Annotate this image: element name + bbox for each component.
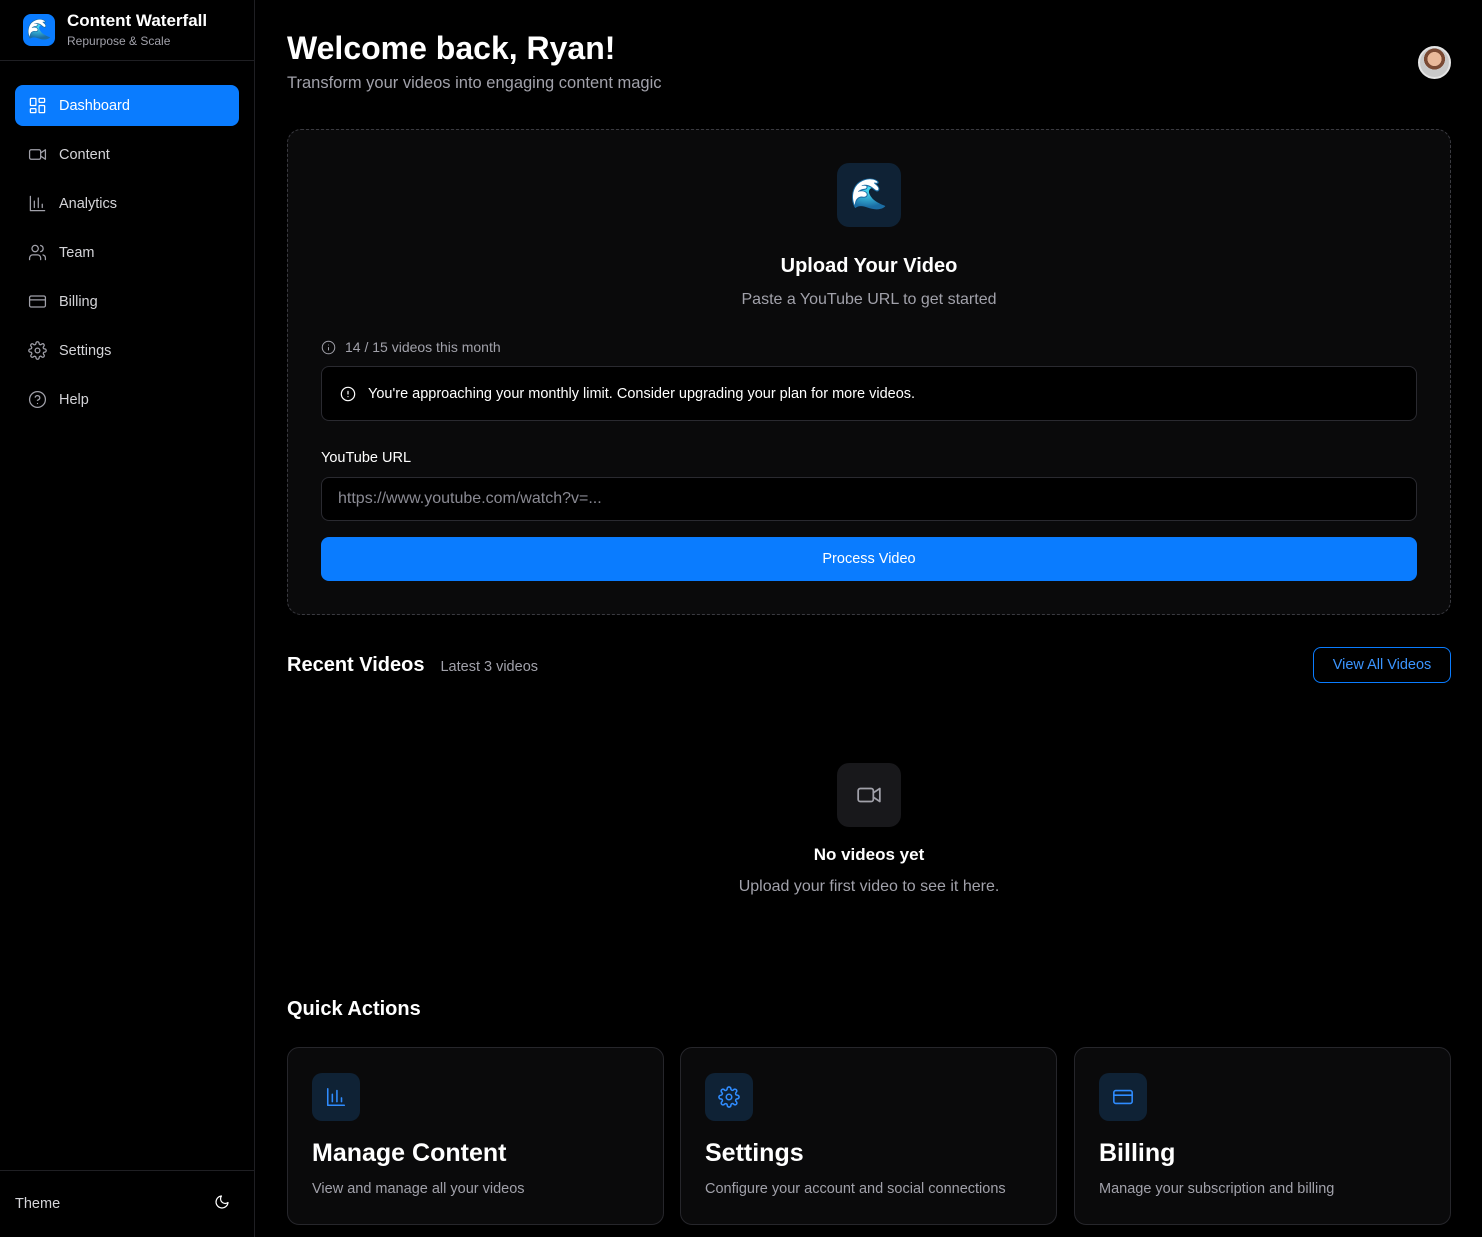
page-title: Welcome back, Ryan! <box>287 30 616 66</box>
sidebar-item-help[interactable]: Help <box>15 379 239 420</box>
sidebar-item-label: Team <box>59 244 95 261</box>
brand[interactable]: 🌊 Content Waterfall Repurpose & Scale <box>0 0 254 61</box>
sidebar-item-label: Help <box>59 391 89 408</box>
quick-action-settings[interactable]: Settings Configure your account and soci… <box>680 1047 1057 1225</box>
usage-quota: 14 / 15 videos this month <box>321 339 501 355</box>
video-icon <box>837 763 901 827</box>
recent-videos-title: Recent Videos <box>287 654 425 676</box>
brand-subtitle: Repurpose & Scale <box>67 34 171 48</box>
brand-title: Content Waterfall <box>67 11 208 30</box>
youtube-url-input[interactable] <box>321 477 1417 521</box>
sidebar-item-settings[interactable]: Settings <box>15 330 239 371</box>
help-circle-icon <box>27 390 47 410</box>
youtube-url-label: YouTube URL <box>321 450 412 466</box>
upload-card: 🌊 Upload Your Video Paste a YouTube URL … <box>287 129 1451 615</box>
recent-videos-header: Recent Videos Latest 3 videos <box>287 654 538 677</box>
sidebar-nav: Dashboard Content Analytics Team Billing <box>0 61 254 420</box>
upload-subtitle: Paste a YouTube URL to get started <box>741 291 997 308</box>
sidebar-item-label: Settings <box>59 342 112 359</box>
bar-chart-icon <box>27 194 47 214</box>
sidebar-item-label: Analytics <box>59 195 118 212</box>
moon-icon[interactable] <box>214 1194 230 1215</box>
process-video-button[interactable]: Process Video <box>321 537 1417 581</box>
upload-title: Upload Your Video <box>780 255 958 277</box>
info-icon <box>321 340 336 354</box>
sidebar-footer: Theme <box>0 1170 254 1237</box>
gear-icon <box>705 1073 753 1121</box>
credit-card-icon <box>27 292 47 312</box>
quick-action-title: Billing <box>1099 1139 1176 1167</box>
empty-state-title: No videos yet <box>813 845 925 864</box>
avatar[interactable] <box>1418 46 1451 79</box>
usage-quota-text: 14 / 15 videos this month <box>345 339 501 355</box>
sidebar-item-content[interactable]: Content <box>15 134 239 175</box>
limit-alert-text: You're approaching your monthly limit. C… <box>368 385 916 402</box>
sidebar-item-label: Billing <box>59 293 98 310</box>
sidebar-item-dashboard[interactable]: Dashboard <box>15 85 239 126</box>
sidebar: 🌊 Content Waterfall Repurpose & Scale Da… <box>0 0 255 1237</box>
quick-actions-title: Quick Actions <box>287 998 421 1020</box>
sidebar-item-billing[interactable]: Billing <box>15 281 239 322</box>
sidebar-item-analytics[interactable]: Analytics <box>15 183 239 224</box>
gear-icon <box>27 341 47 361</box>
quick-action-title: Settings <box>705 1139 804 1167</box>
quick-action-title: Manage Content <box>312 1139 507 1167</box>
quick-action-description: Manage your subscription and billing <box>1099 1181 1335 1197</box>
empty-state-subtitle: Upload your first video to see it here. <box>738 878 1000 895</box>
sidebar-item-label: Dashboard <box>59 97 130 114</box>
view-all-videos-button[interactable]: View All Videos <box>1313 647 1451 683</box>
quick-action-billing[interactable]: Billing Manage your subscription and bil… <box>1074 1047 1451 1225</box>
video-icon <box>27 145 47 165</box>
dashboard-icon <box>27 96 47 116</box>
limit-alert: You're approaching your monthly limit. C… <box>321 366 1417 421</box>
quick-action-description: Configure your account and social connec… <box>705 1181 1006 1197</box>
bar-chart-icon <box>312 1073 360 1121</box>
wave-icon: 🌊 <box>837 163 901 227</box>
quick-action-description: View and manage all your videos <box>312 1181 525 1197</box>
page-subtitle: Transform your videos into engaging cont… <box>287 74 662 92</box>
credit-card-icon <box>1099 1073 1147 1121</box>
users-icon <box>27 243 47 263</box>
sidebar-item-label: Content <box>59 146 110 163</box>
theme-label: Theme <box>15 1196 61 1212</box>
wave-logo-icon: 🌊 <box>23 14 55 46</box>
sidebar-item-team[interactable]: Team <box>15 232 239 273</box>
quick-action-manage-content[interactable]: Manage Content View and manage all your … <box>287 1047 664 1225</box>
alert-circle-icon <box>340 386 356 401</box>
recent-videos-subtitle: Latest 3 videos <box>440 659 539 675</box>
